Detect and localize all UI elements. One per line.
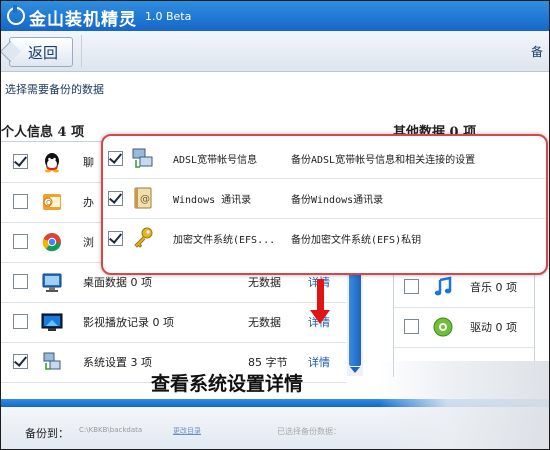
row-name: 系统设置 3 项 — [83, 356, 152, 369]
row-name: 驱动 0 项 — [470, 321, 517, 334]
row-checkbox[interactable] — [13, 314, 28, 329]
popup-row-checkbox[interactable] — [108, 231, 123, 246]
popup-row-desc: 备份加密文件系统(EFS)私钥 — [291, 235, 422, 246]
annotation-arrow-head-icon — [310, 310, 330, 324]
personal-section-title: 个人信息 4 项 — [1, 125, 85, 140]
desktop-icon — [41, 271, 63, 293]
row-name: 桌面数据 0 项 — [83, 276, 152, 289]
row-checkbox[interactable] — [13, 354, 28, 369]
svg-text:O: O — [46, 199, 52, 207]
address-book-icon: @ — [131, 186, 155, 210]
key-icon — [131, 226, 155, 250]
row-checkbox[interactable] — [13, 234, 28, 249]
network-settings-icon — [41, 351, 63, 373]
list-item[interactable]: @ Windows 通讯录 备份Windows通讯录 — [103, 178, 546, 219]
popup-row-name: ADSL宽带帐号信息 — [173, 155, 258, 166]
list-item[interactable]: 驱动 0 项 — [394, 307, 534, 348]
row-name: 影视播放记录 0 项 — [83, 316, 174, 329]
selected-status-text: 已选择备份数据： — [277, 427, 341, 436]
chrome-icon — [41, 231, 63, 253]
backup-to-label: 备份到： — [25, 427, 69, 440]
scroll-down-arrow-icon[interactable] — [350, 367, 360, 373]
qq-icon — [41, 151, 63, 173]
popup-row-name: Windows 通讯录 — [173, 195, 252, 206]
row-name: 音乐 0 项 — [470, 281, 517, 294]
list-item[interactable]: 影视播放记录 0 项 无数据 详情 — [1, 302, 346, 343]
backup-path: C:\KBKB\backdata — [79, 426, 143, 434]
annotation-text: 查看系统设置详情 — [151, 373, 304, 395]
app-window: 金山装机精灵 1.0 Beta 返回 备 选择需要备份的数据 个人信息 4 项 … — [0, 0, 550, 450]
row-name: 浏 — [83, 236, 94, 249]
app-version: 1.0 Beta — [145, 10, 192, 23]
row-checkbox[interactable] — [13, 154, 28, 169]
adsl-network-icon — [131, 146, 155, 170]
list-item[interactable]: 加密文件系统(EFS... 备份加密文件系统(EFS)私钥 — [103, 218, 546, 258]
toolbar: 返回 备 — [1, 31, 549, 72]
decorative-edge-fade — [379, 361, 549, 449]
row-size: 无数据 — [248, 276, 281, 289]
driver-gear-icon — [432, 316, 454, 338]
row-size: 无数据 — [248, 316, 281, 329]
app-title: 金山装机精灵 — [29, 10, 137, 30]
system-settings-detail-popup: ADSL宽带帐号信息 备份ADSL宽带帐号信息和相关连接的设置 @ Window… — [101, 134, 548, 275]
popup-row-desc: 备份ADSL宽带帐号信息和相关连接的设置 — [291, 155, 476, 166]
back-button-label: 返回 — [28, 44, 59, 62]
list-item[interactable]: ADSL宽带帐号信息 备份ADSL宽带帐号信息和相关连接的设置 — [103, 138, 546, 179]
row-name: 办 — [83, 196, 94, 209]
title-bar: 金山装机精灵 1.0 Beta — [1, 1, 549, 31]
change-directory-link[interactable]: 更改目录 — [173, 426, 201, 436]
music-note-icon — [432, 276, 454, 298]
row-checkbox[interactable] — [404, 319, 419, 334]
back-button[interactable]: 返回 — [9, 37, 73, 67]
annotation-arrow — [317, 279, 324, 311]
toolbar-divider — [81, 35, 82, 67]
popup-row-name: 加密文件系统(EFS... — [173, 235, 276, 246]
detail-link[interactable]: 详情 — [308, 354, 330, 370]
row-checkbox[interactable] — [13, 194, 28, 209]
scrollbar-thumb[interactable] — [349, 266, 361, 366]
popup-row-checkbox[interactable] — [108, 191, 123, 206]
row-checkbox[interactable] — [13, 274, 28, 289]
row-size: 85 字节 — [248, 356, 288, 369]
popup-row-desc: 备份Windows通讯录 — [291, 195, 384, 206]
svg-text:@: @ — [140, 194, 150, 205]
instruction-text: 选择需要备份的数据 — [5, 83, 104, 96]
video-player-icon — [41, 311, 63, 333]
outlook-icon: O — [41, 191, 63, 213]
toolbar-backup-tab[interactable]: 备 — [531, 43, 543, 60]
row-checkbox[interactable] — [404, 279, 419, 294]
row-name: 聊 — [83, 156, 94, 169]
power-logo-icon — [7, 5, 25, 25]
popup-row-checkbox[interactable] — [108, 151, 123, 166]
